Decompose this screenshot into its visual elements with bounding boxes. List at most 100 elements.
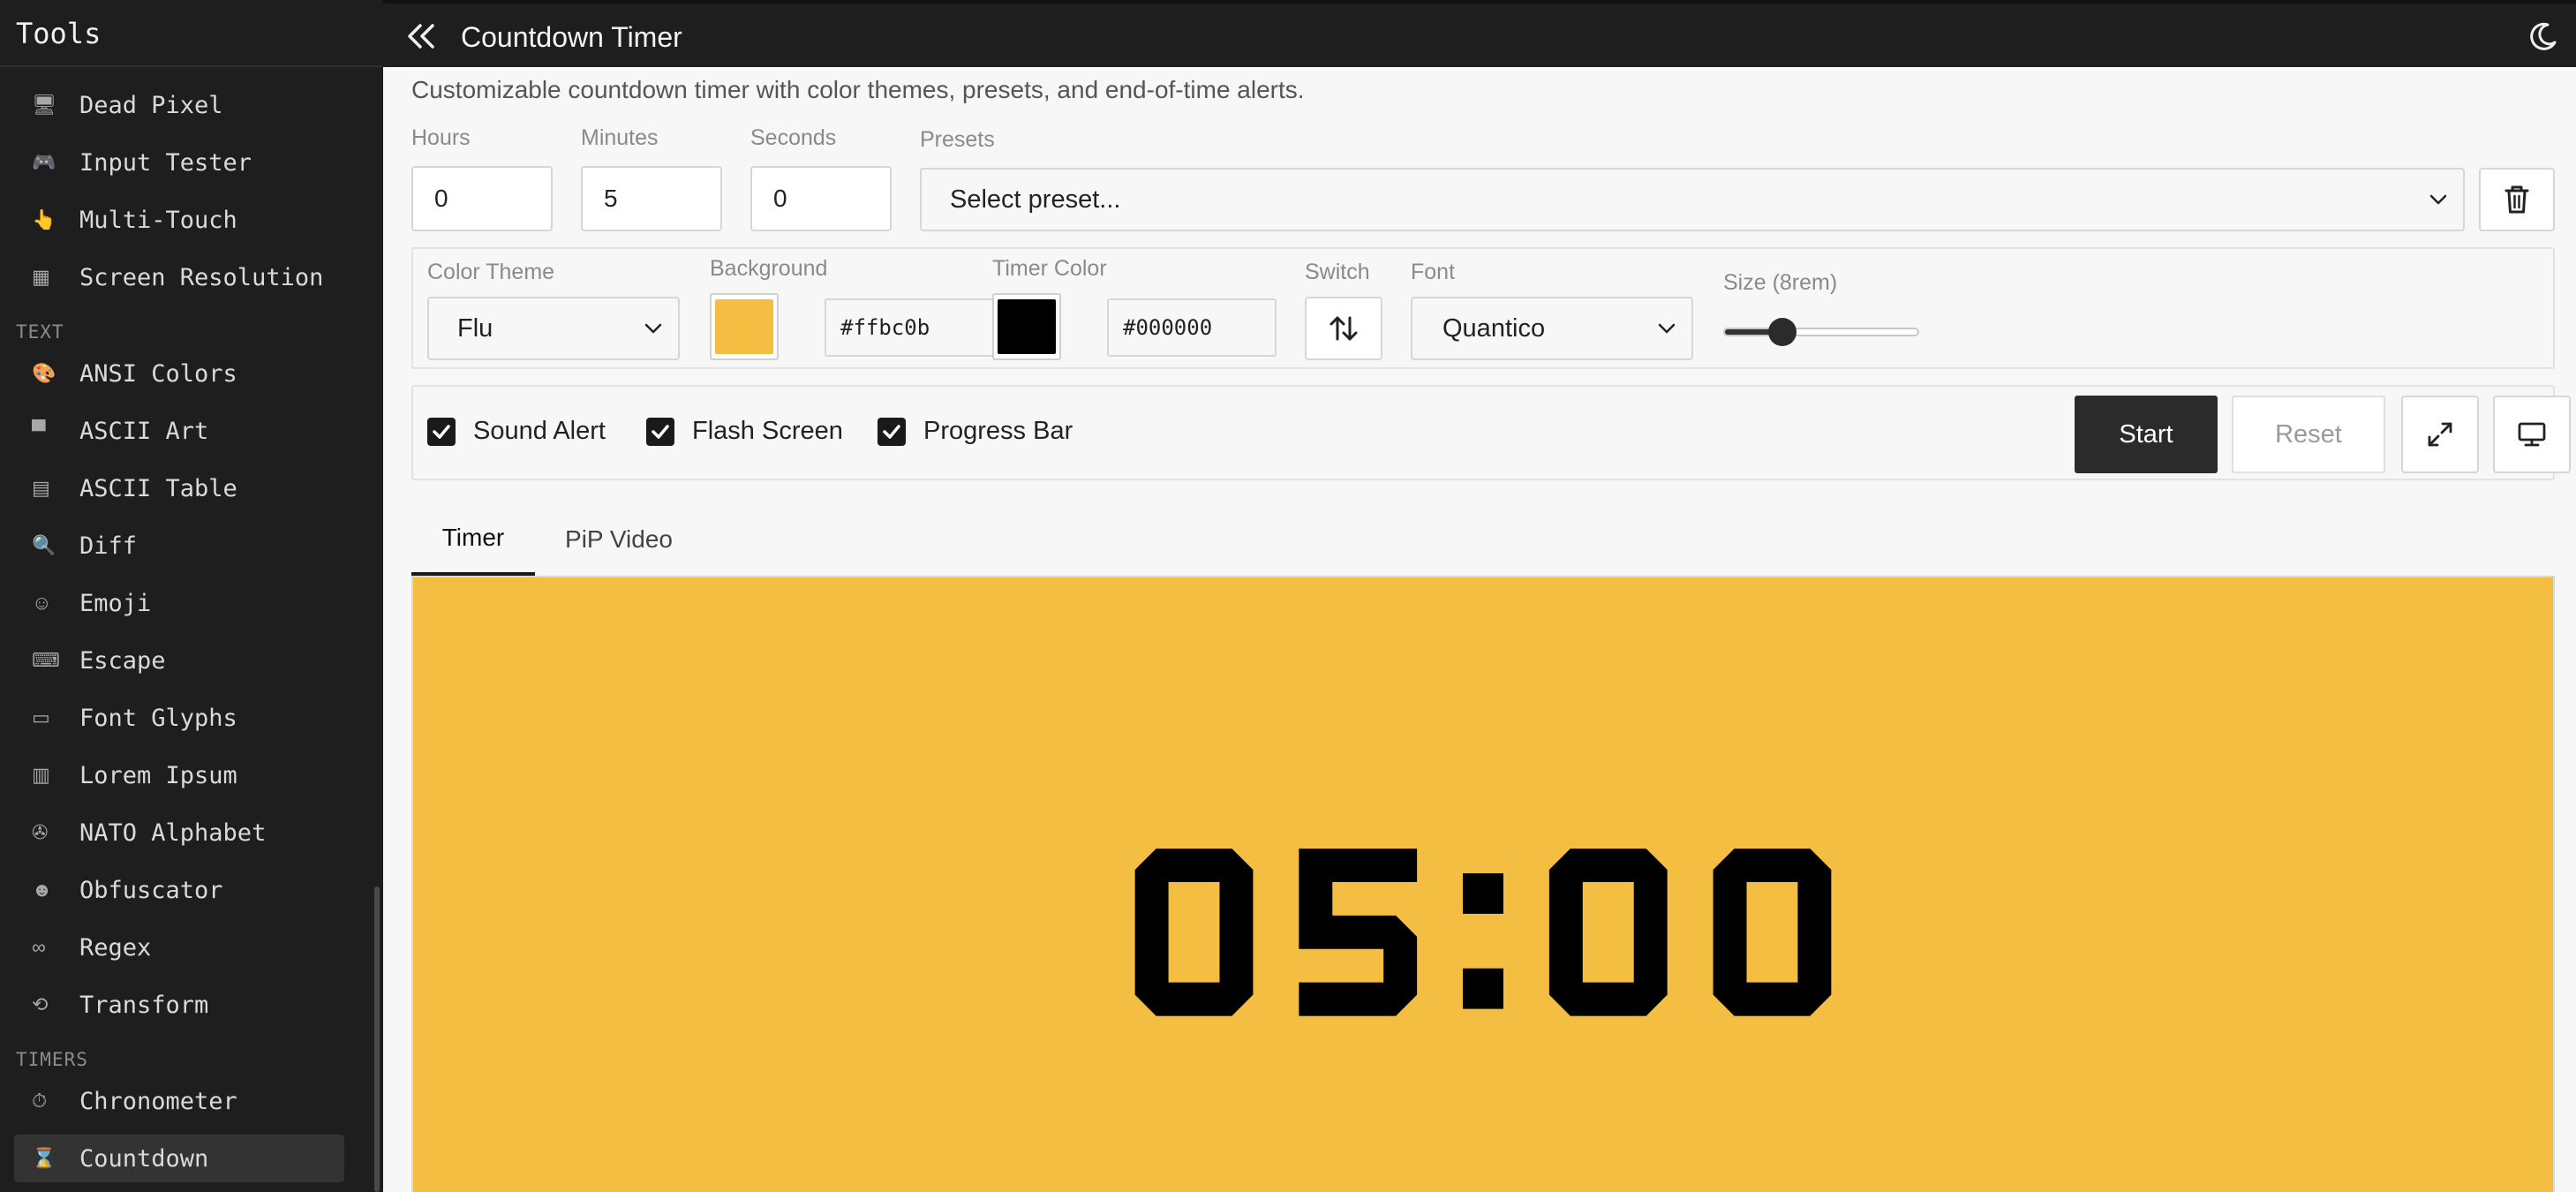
presets-label: Presets: [920, 127, 995, 152]
sidebar-item-ansi-colors[interactable]: 🎨 ANSI Colors: [14, 350, 344, 397]
chevron-down-icon: [644, 323, 662, 334]
monitor-icon: [2518, 422, 2546, 447]
sidebar-item-multi-touch[interactable]: 👆 Multi-Touch: [14, 196, 344, 244]
presets-select-value: Select preset...: [950, 185, 1121, 214]
size-slider-track[interactable]: [1723, 328, 1919, 336]
timer-color-hex-input[interactable]: [1107, 298, 1277, 357]
sidebar-item-lorem-ipsum[interactable]: ▥ Lorem Ipsum: [14, 751, 344, 799]
abcd-icon: ▭: [32, 706, 50, 728]
sidebar-item-label: Escape: [79, 646, 166, 675]
hours-input[interactable]: [411, 166, 553, 231]
sidebar-item-chronometer[interactable]: ⏱ Chronometer: [14, 1077, 344, 1125]
appearance-panel: Color Theme Flu Background Timer Color S…: [411, 247, 2555, 369]
sidebar-item-label: Chronometer: [79, 1087, 237, 1115]
sidebar-item-screen-resolution[interactable]: ▦ Screen Resolution: [14, 253, 344, 301]
sidebar-item-label: ASCII Art: [79, 417, 209, 445]
start-button[interactable]: Start: [2075, 396, 2218, 473]
switch-colors-button[interactable]: [1305, 297, 1382, 360]
timer-digit: [1134, 849, 1254, 1016]
screen-icon: ▦: [32, 266, 50, 288]
sidebar-item-diff[interactable]: 🔍 Diff: [14, 522, 344, 570]
sidebar-item-label: Regex: [79, 933, 152, 962]
sidebar: Tools 🖥 Dead Pixel 🎮 Input Tester 👆 Mult…: [0, 0, 383, 1192]
timer-color-swatch[interactable]: [992, 293, 1061, 360]
flash-screen-label: Flash Screen: [692, 417, 843, 445]
header: Countdown Timer: [383, 0, 2576, 67]
clipboard-icon: ▤: [32, 477, 50, 499]
progress-bar-checkbox[interactable]: Progress Bar: [877, 417, 1073, 446]
options-panel: Sound Alert Flash Screen Progress Bar St…: [411, 385, 2571, 480]
flash-screen-checkbox[interactable]: Flash Screen: [646, 417, 843, 446]
tab-timer[interactable]: Timer: [411, 503, 535, 576]
reset-button[interactable]: Reset: [2232, 396, 2385, 473]
scroll-icon: ▥: [32, 764, 50, 786]
switch-label: Switch: [1305, 260, 1370, 284]
magnifier-icon: 🔍: [32, 534, 56, 556]
sidebar-item-input-tester[interactable]: 🎮 Input Tester: [14, 139, 344, 186]
sidebar-item-obfuscator[interactable]: ☻ Obfuscator: [14, 866, 344, 914]
sidebar-item-emoji[interactable]: ☺ Emoji: [14, 579, 344, 627]
smiley-icon: ☺: [32, 592, 52, 614]
minutes-input[interactable]: [581, 166, 722, 231]
timer-color-label: Timer Color: [992, 256, 1107, 281]
sidebar-item-label: Screen Resolution: [79, 263, 324, 291]
background-hex-input[interactable]: [825, 298, 994, 357]
sidebar-scrollbar[interactable]: [374, 886, 380, 1192]
collapse-sidebar-button[interactable]: [395, 11, 447, 62]
sidebar-item-label: Diff: [79, 532, 138, 560]
moon-icon: [2530, 22, 2557, 50]
timer-digit: [1548, 849, 1668, 1016]
sound-alert-checkbox[interactable]: Sound Alert: [427, 417, 606, 446]
sidebar-item-nato-alphabet[interactable]: ✇ NATO Alphabet: [14, 809, 344, 856]
progress-bar-label: Progress Bar: [923, 417, 1073, 445]
background-color-swatch[interactable]: [710, 293, 779, 360]
sidebar-item-label: Lorem Ipsum: [79, 761, 237, 789]
sidebar-item-transform[interactable]: ⟲ Transform: [14, 981, 344, 1029]
double-chevron-left-icon: [408, 24, 434, 49]
sidebar-item-ascii-table[interactable]: ▤ ASCII Table: [14, 464, 344, 512]
sidebar-item-font-glyphs[interactable]: ▭ Font Glyphs: [14, 694, 344, 742]
sidebar-item-countdown[interactable]: ⌛ Countdown: [14, 1135, 344, 1182]
monitor-icon: 🖥: [32, 94, 56, 116]
checkmark-icon: [427, 417, 456, 446]
trash-icon: [2504, 185, 2529, 214]
sidebar-item-label: Transform: [79, 991, 209, 1019]
sidebar-item-label: Font Glyphs: [79, 704, 237, 732]
seconds-input[interactable]: [750, 166, 892, 231]
sidebar-item-label: Emoji: [79, 589, 152, 617]
tab-pip-video[interactable]: PiP Video: [535, 503, 703, 576]
sidebar-item-regex[interactable]: ∞ Regex: [14, 924, 344, 971]
sidebar-item-label: Obfuscator: [79, 876, 223, 904]
cycle-icon: ⟲: [32, 993, 49, 1015]
background-color-fill: [715, 299, 773, 354]
color-theme-value: Flu: [457, 313, 493, 343]
sidebar-section-timers: TIMERS: [16, 1049, 88, 1070]
delete-preset-button[interactable]: [2479, 168, 2555, 231]
timer-digit: [1299, 849, 1418, 1016]
font-value: Quantico: [1442, 313, 1546, 343]
size-slider-thumb[interactable]: [1767, 318, 1796, 346]
sidebar-item-label: NATO Alphabet: [79, 819, 267, 847]
checkmark-icon: [877, 417, 906, 446]
sidebar-item-label: Input Tester: [79, 148, 252, 177]
hours-label: Hours: [411, 125, 471, 150]
palette-icon: 🎨: [32, 362, 56, 384]
presets-select[interactable]: Select preset...: [920, 168, 2465, 231]
sidebar-title: Tools: [16, 17, 102, 50]
theme-toggle-button[interactable]: [2521, 14, 2565, 58]
swap-vertical-icon: [1329, 316, 1358, 341]
sidebar-divider: [0, 65, 383, 67]
sidebar-item-ascii-art[interactable]: ▀ ASCII Art: [14, 407, 344, 455]
sidebar-section-text: TEXT: [16, 321, 64, 343]
pointing-hand-icon: 👆: [32, 208, 56, 230]
sidebar-item-dead-pixel[interactable]: 🖥 Dead Pixel: [14, 81, 344, 129]
fullscreen-button[interactable]: [2401, 396, 2479, 473]
font-select[interactable]: Quantico: [1411, 297, 1693, 360]
chevron-down-icon: [2429, 194, 2447, 205]
size-label: Size (8rem): [1723, 270, 1838, 295]
timer-colon-dot: [1463, 968, 1503, 1009]
sidebar-item-escape[interactable]: ⌨ Escape: [14, 637, 344, 684]
color-theme-select[interactable]: Flu: [427, 297, 680, 360]
present-display-button[interactable]: [2493, 396, 2571, 473]
font-label: Font: [1411, 260, 1456, 284]
